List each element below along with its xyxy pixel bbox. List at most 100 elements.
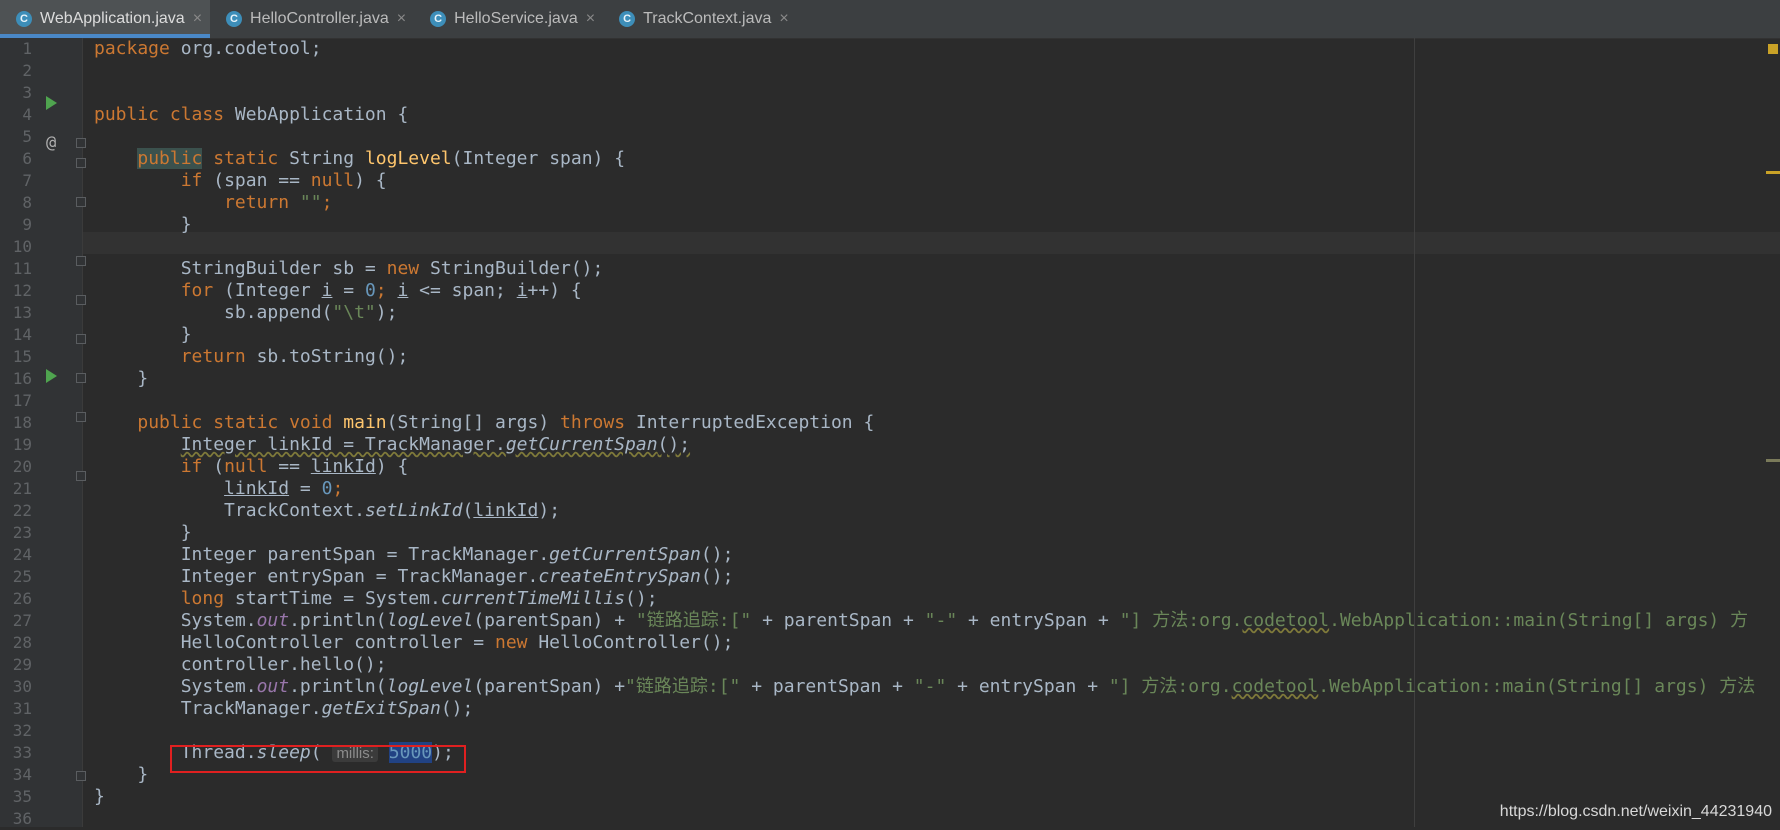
- code-line-19: Integer linkId = TrackManager.getCurrent…: [180, 434, 691, 455]
- code-line-28: HelloController controller = new HelloCo…: [180, 632, 734, 653]
- code-line-31: TrackManager.getExitSpan();: [180, 698, 474, 719]
- line-number: 18: [12, 413, 32, 432]
- line-number: 4: [22, 105, 32, 124]
- line-number: 13: [12, 303, 32, 322]
- warning-stripe-marker[interactable]: [1768, 44, 1778, 54]
- watermark: https://blog.csdn.net/weixin_44231940: [1499, 803, 1772, 820]
- line-number: 22: [12, 501, 32, 520]
- code-line-12: for (Integer i = 0; i <= span; i++) {: [180, 280, 582, 301]
- line-number: 31: [12, 699, 32, 718]
- line-number: 24: [12, 545, 32, 564]
- run-icon[interactable]: [46, 369, 57, 383]
- code-line-6: public static String logLevel(Integer sp…: [137, 148, 626, 169]
- line-number: 17: [12, 391, 32, 410]
- code-line-21: linkId = 0;: [224, 478, 344, 499]
- line-number: 27: [12, 611, 32, 630]
- code-line-34: }: [137, 764, 149, 785]
- line-number: 10: [12, 237, 32, 256]
- tab-trackcontext[interactable]: C TrackContext.java ×: [603, 0, 797, 38]
- fold-icon[interactable]: [76, 295, 86, 305]
- code-line-13: sb.append("\t");: [224, 302, 398, 323]
- code-line-23: }: [180, 522, 192, 543]
- close-icon[interactable]: ×: [397, 10, 406, 28]
- error-stripe-marker[interactable]: [1766, 171, 1780, 174]
- line-number: 32: [12, 721, 32, 740]
- code-line-22: TrackContext.setLinkId(linkId);: [224, 500, 561, 521]
- code-editor[interactable]: package org.codetool; public class WebAp…: [94, 38, 1780, 827]
- code-line-27: System.out.println(logLevel(parentSpan) …: [180, 610, 1749, 631]
- code-line-4: public class WebApplication {: [94, 104, 409, 125]
- tab-label: TrackContext.java: [643, 10, 772, 27]
- line-number: 7: [22, 171, 32, 190]
- code-line-20: if (null == linkId) {: [180, 456, 409, 477]
- fold-icon[interactable]: [76, 771, 86, 781]
- close-icon[interactable]: ×: [193, 10, 202, 28]
- fold-icon[interactable]: [76, 373, 86, 383]
- line-number: 29: [12, 655, 32, 674]
- line-number: 14: [12, 325, 32, 344]
- fold-icon[interactable]: [76, 334, 86, 344]
- editor-gutter[interactable]: 1 2 3 4 5 6 7 8 9 10 11 12 13 14 15 16 17 18 19 20 21 22 23 24 2…: [0, 38, 86, 828]
- code-line-35: }: [94, 786, 105, 807]
- code-line-29: controller.hello();: [180, 654, 387, 675]
- error-stripe-marker[interactable]: [1766, 459, 1780, 462]
- line-number: 2: [22, 61, 32, 80]
- line-number: 15: [12, 347, 32, 366]
- line-number: 25: [12, 567, 32, 586]
- code-line-16: }: [137, 368, 149, 389]
- line-number: 19: [12, 435, 32, 454]
- run-icon[interactable]: [46, 96, 57, 110]
- tab-helloservice[interactable]: C HelloService.java ×: [414, 0, 603, 38]
- fold-icon[interactable]: [76, 256, 86, 266]
- code-line-26: long startTime = System.currentTimeMilli…: [180, 588, 658, 609]
- code-line-25: Integer entrySpan = TrackManager.createE…: [180, 566, 734, 587]
- code-line-1: package org.codetool;: [94, 38, 322, 59]
- line-number: 11: [12, 259, 32, 278]
- code-line-11: StringBuilder sb = new StringBuilder();: [180, 258, 604, 279]
- code-line-30: System.out.println(logLevel(parentSpan) …: [180, 676, 1756, 697]
- line-number: 5: [22, 127, 32, 146]
- line-number: 3: [22, 83, 32, 102]
- code-line-9: }: [180, 214, 192, 235]
- tab-hellocontroller[interactable]: C HelloController.java ×: [210, 0, 414, 38]
- tab-label: HelloController.java: [250, 10, 389, 27]
- close-icon[interactable]: ×: [586, 10, 595, 28]
- override-marker-icon[interactable]: @: [46, 132, 56, 154]
- line-number: 12: [12, 281, 32, 300]
- line-number: 34: [12, 765, 32, 784]
- code-line-7: if (span == null) {: [180, 170, 387, 191]
- line-number: 1: [22, 39, 32, 58]
- line-number: 16: [12, 369, 32, 388]
- highlight-box: [170, 745, 466, 773]
- fold-icon[interactable]: [76, 158, 86, 168]
- java-class-icon: C: [619, 11, 636, 27]
- fold-icon[interactable]: [76, 471, 86, 481]
- line-number: 28: [12, 633, 32, 652]
- line-number: 23: [12, 523, 32, 542]
- line-number: 21: [12, 479, 32, 498]
- close-icon[interactable]: ×: [779, 10, 788, 28]
- tab-label: HelloService.java: [454, 10, 578, 27]
- code-line-18: public static void main(String[] args) t…: [137, 412, 875, 433]
- line-number: 8: [22, 193, 32, 212]
- code-line-8: return "";: [224, 192, 333, 213]
- java-class-icon: C: [430, 11, 447, 27]
- line-number: 30: [12, 677, 32, 696]
- fold-icon[interactable]: [76, 138, 86, 148]
- line-number: 33: [12, 743, 32, 762]
- java-class-icon: C: [226, 11, 243, 27]
- code-line-24: Integer parentSpan = TrackManager.getCur…: [180, 544, 734, 565]
- code-line-14: }: [180, 324, 192, 345]
- fold-icon[interactable]: [76, 412, 86, 422]
- editor-tab-bar: C WebApplication.java × C HelloControlle…: [0, 0, 1780, 39]
- line-number: 35: [12, 787, 32, 806]
- java-class-icon: C: [16, 11, 32, 27]
- code-line-15: return sb.toString();: [180, 346, 409, 367]
- line-number: 26: [12, 589, 32, 608]
- line-number: 20: [12, 457, 32, 476]
- line-number: 9: [22, 215, 32, 234]
- line-number: 6: [22, 149, 32, 168]
- fold-icon[interactable]: [76, 197, 86, 207]
- tab-webapplication[interactable]: C WebApplication.java ×: [0, 0, 211, 38]
- tab-label: WebApplication.java: [40, 10, 185, 27]
